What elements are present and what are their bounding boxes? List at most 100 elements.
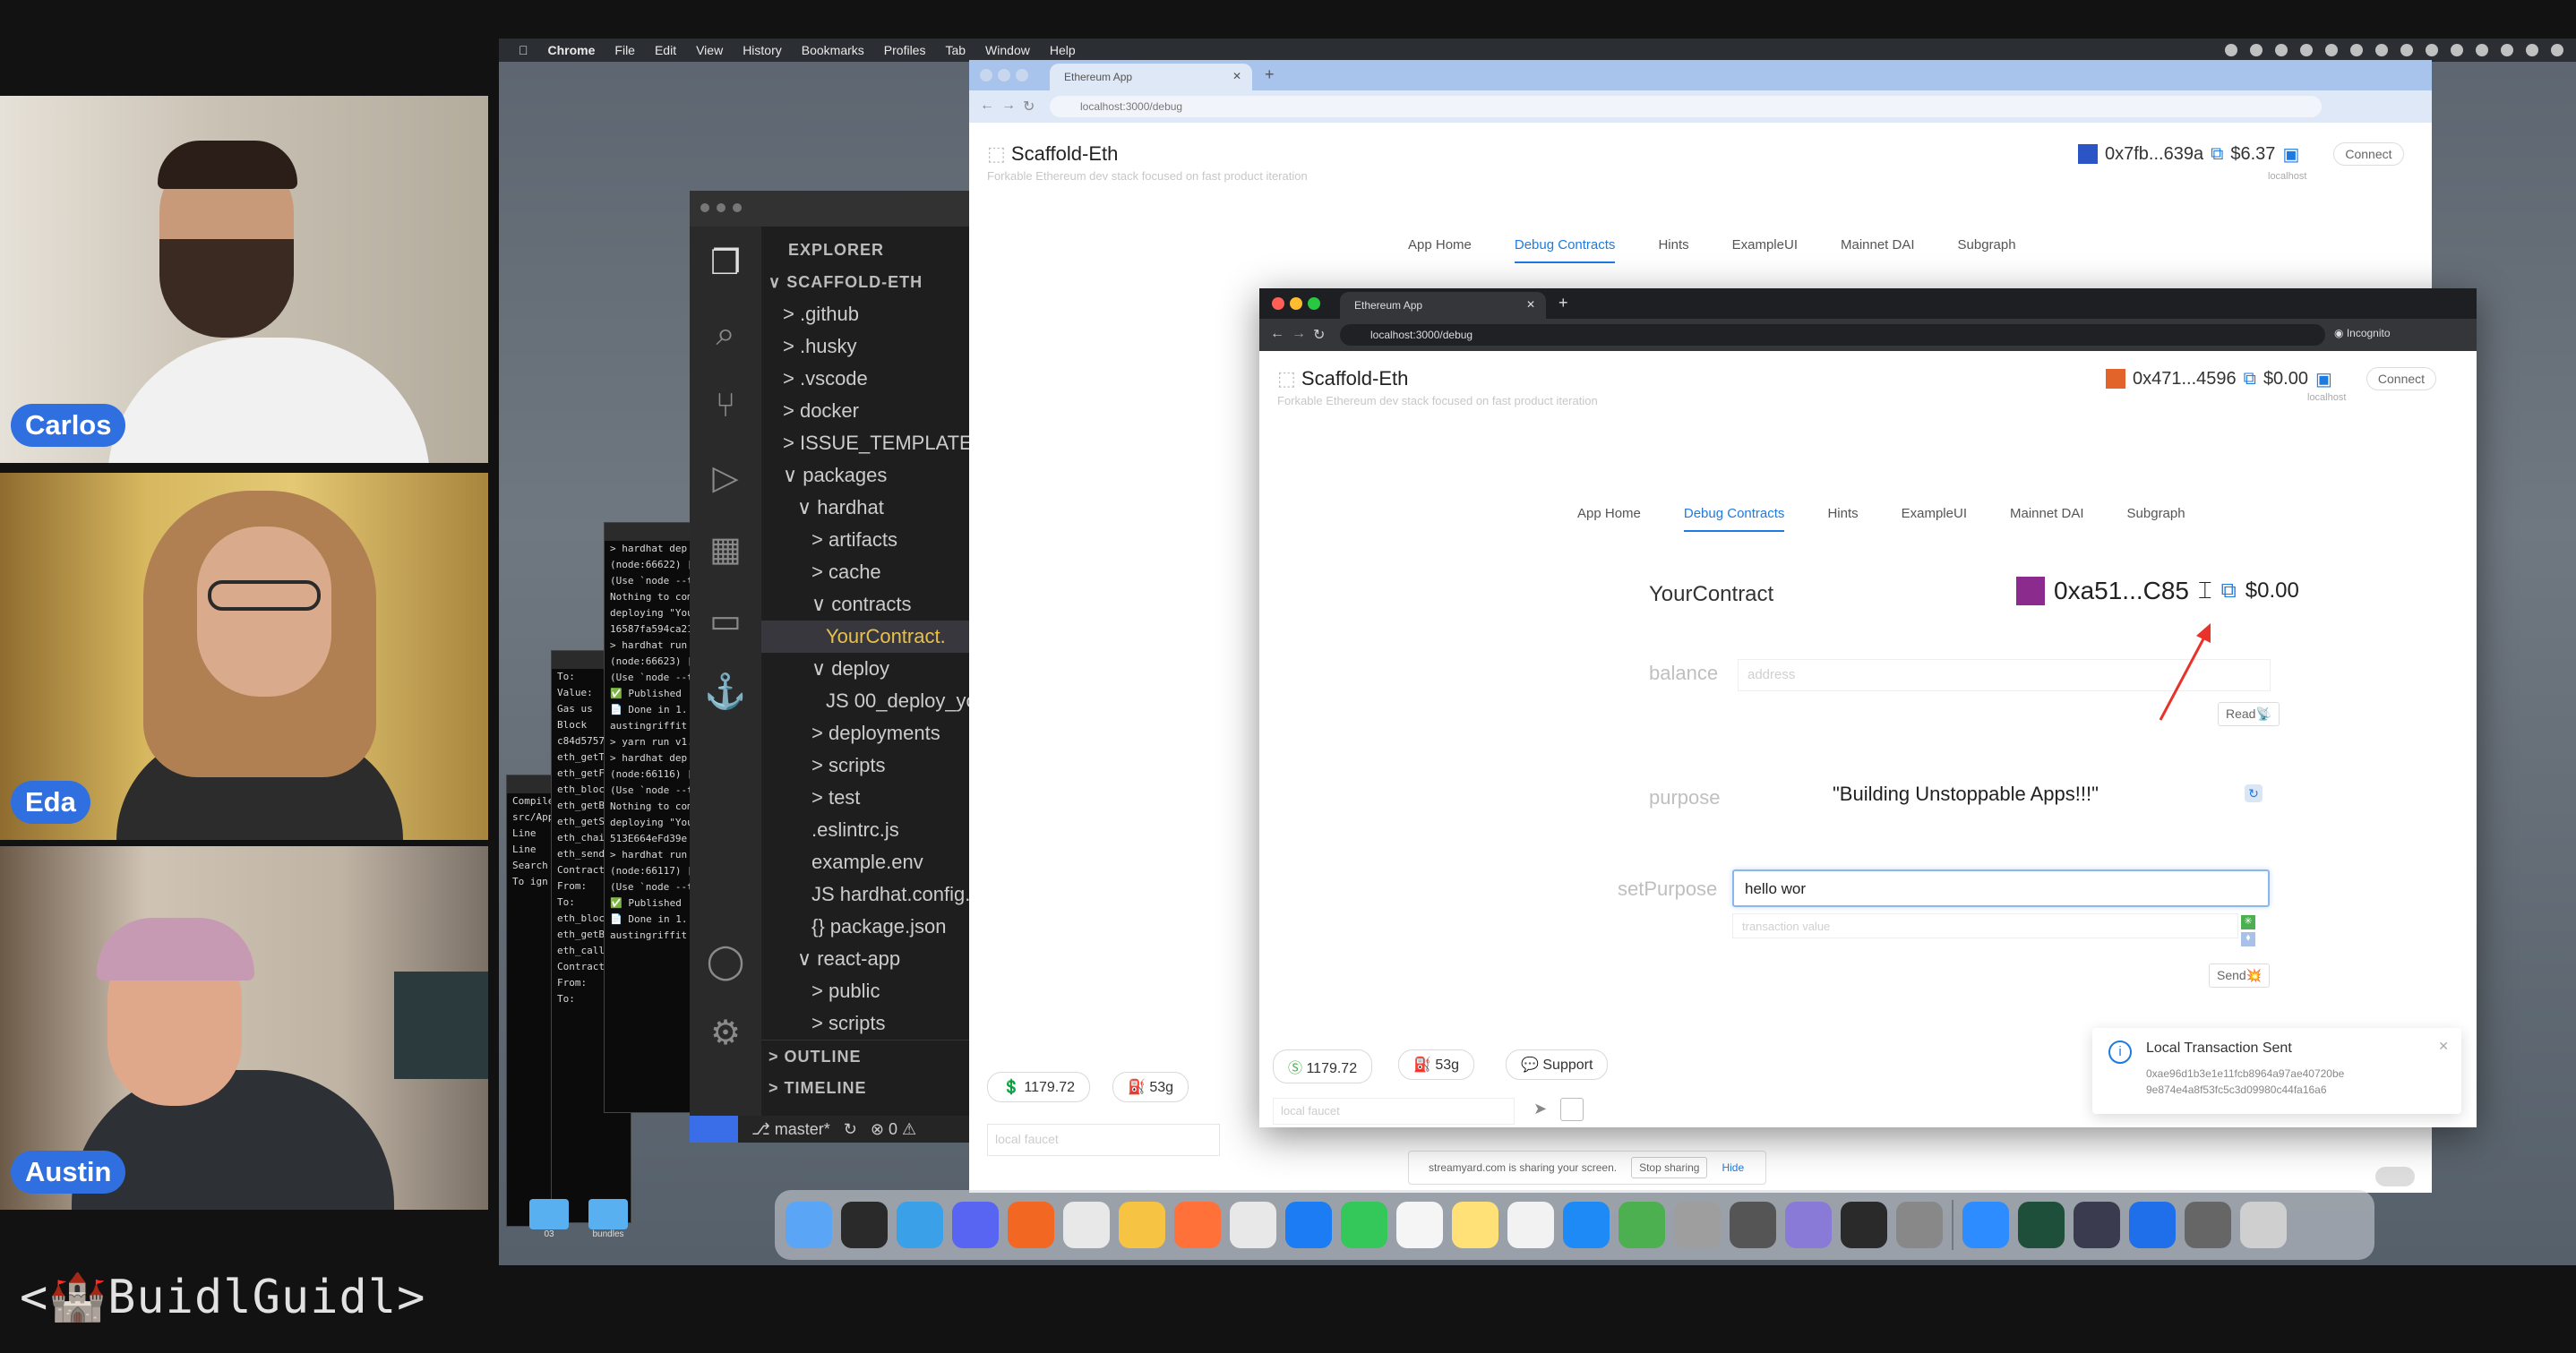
tray-icon[interactable]: [2526, 44, 2538, 56]
docker-icon[interactable]: ⚓: [690, 656, 761, 728]
tray-icon[interactable]: [2451, 44, 2463, 56]
transaction-value-input[interactable]: transaction value: [1732, 913, 2238, 938]
vscode-window[interactable]: ❐ ⌕ ⑂ ▷ ▦ ▭ ⚓ ◯ ⚙ EXPLORER ∨ SCAFFOLD-ET…: [690, 191, 976, 1143]
file-tree-item[interactable]: ∨ packages: [761, 459, 976, 492]
tray-icon[interactable]: [2300, 44, 2313, 56]
remote-explorer-icon[interactable]: ▭: [690, 585, 761, 656]
dock-app-icon[interactable]: [2240, 1202, 2287, 1248]
menu-window[interactable]: Window: [985, 43, 1030, 57]
dock-app-icon[interactable]: [897, 1202, 943, 1248]
faucet-input[interactable]: local faucet: [987, 1124, 1220, 1156]
file-tree-item[interactable]: > .github: [761, 298, 976, 330]
support-button[interactable]: 💬 Support: [1506, 1049, 1609, 1080]
nav-hints[interactable]: Hints: [1827, 506, 1858, 532]
file-tree-item[interactable]: > ISSUE_TEMPLATE: [761, 427, 976, 459]
tray-icon[interactable]: [2350, 44, 2363, 56]
read-button[interactable]: Read📡: [2218, 702, 2280, 726]
address-bar[interactable]: localhost:3000/debug: [1340, 324, 2325, 346]
file-tree-item[interactable]: example.env: [761, 846, 976, 878]
vscode-titlebar[interactable]: [690, 191, 976, 227]
wallet-icon[interactable]: ▣: [2315, 368, 2332, 390]
theme-toggle[interactable]: [2375, 1167, 2415, 1186]
wallet-icon[interactable]: ▣: [2282, 143, 2299, 166]
faucet-send-icon[interactable]: ➤: [1533, 1100, 1547, 1118]
file-tree-item[interactable]: > docker: [761, 395, 976, 427]
problems-count[interactable]: ⊗ 0 ⚠: [871, 1120, 916, 1138]
connect-button[interactable]: Connect: [2366, 367, 2437, 390]
browser-tab[interactable]: Ethereum App ✕: [1050, 64, 1252, 90]
file-tree-item[interactable]: > scripts: [761, 1007, 976, 1040]
dock-app-icon[interactable]: [1285, 1202, 1332, 1248]
file-tree-item[interactable]: {} package.json: [761, 911, 976, 943]
window-minimize-button[interactable]: [1290, 297, 1302, 310]
tray-icon[interactable]: [2375, 44, 2388, 56]
gas-price[interactable]: ⛽ 53g: [1398, 1049, 1475, 1080]
dock-app-icon[interactable]: [1674, 1202, 1721, 1248]
reload-icon[interactable]: ↻: [1313, 326, 1325, 344]
dock-app-icon[interactable]: [1119, 1202, 1165, 1248]
git-branch[interactable]: master*: [775, 1120, 830, 1138]
desktop-folder[interactable]: 03: [529, 1199, 569, 1239]
menu-edit[interactable]: Edit: [655, 43, 676, 57]
window-close-button[interactable]: [700, 203, 709, 212]
dock-app-icon[interactable]: [1841, 1202, 1887, 1248]
dock-app-icon[interactable]: [1174, 1202, 1221, 1248]
source-control-icon[interactable]: ⑂: [690, 370, 761, 441]
window-zoom-button[interactable]: [733, 203, 742, 212]
window-zoom-button[interactable]: [1016, 69, 1028, 81]
remote-indicator[interactable]: [690, 1116, 738, 1143]
wallet-address[interactable]: 0x7fb...639a: [2105, 144, 2203, 165]
window-zoom-button[interactable]: [1308, 297, 1320, 310]
terminal-window-1[interactable]: > hardhat dep (node:66622) [(Use `node --…: [604, 522, 693, 1113]
nav-debug-contracts[interactable]: Debug Contracts: [1514, 237, 1616, 263]
new-tab-button[interactable]: +: [1558, 294, 1568, 313]
dock-app-icon[interactable]: [786, 1202, 832, 1248]
desktop-folder[interactable]: bundles: [588, 1199, 628, 1239]
nav-app-home[interactable]: App Home: [1577, 506, 1641, 532]
dock-app-icon[interactable]: [1563, 1202, 1610, 1248]
connect-button[interactable]: Connect: [2333, 142, 2404, 166]
file-tree-item[interactable]: > .husky: [761, 330, 976, 363]
nav-app-home[interactable]: App Home: [1408, 237, 1472, 263]
tray-icon[interactable]: [2225, 44, 2237, 56]
wallet-icon[interactable]: [1560, 1098, 1584, 1121]
dock-app-icon[interactable]: [1396, 1202, 1443, 1248]
extensions-icon[interactable]: ▦: [690, 513, 761, 585]
file-tree-item[interactable]: > test: [761, 782, 976, 814]
dock-app-icon[interactable]: [1896, 1202, 1943, 1248]
search-icon[interactable]: ⌕: [690, 298, 761, 370]
eth-price[interactable]: 💲 1179.72: [987, 1072, 1091, 1102]
nav-mainnet-dai[interactable]: Mainnet DAI: [1841, 237, 1915, 263]
back-icon[interactable]: ←: [980, 98, 994, 114]
menu-tab[interactable]: Tab: [945, 43, 966, 57]
dock-app-icon[interactable]: [841, 1202, 888, 1248]
dock-app-icon[interactable]: [2129, 1202, 2176, 1248]
tray-icon[interactable]: [2426, 44, 2438, 56]
sync-icon[interactable]: ↻: [844, 1120, 857, 1138]
reload-icon[interactable]: ↻: [1023, 98, 1035, 116]
tab-close-icon[interactable]: ✕: [1232, 70, 1241, 82]
window-close-button[interactable]: [980, 69, 992, 81]
file-tree-item[interactable]: ∨ deploy: [761, 653, 976, 685]
window-minimize-button[interactable]: [998, 69, 1010, 81]
nav-debug-contracts[interactable]: Debug Contracts: [1683, 506, 1785, 532]
file-tree-item[interactable]: > .vscode: [761, 363, 976, 395]
copy-icon[interactable]: ⧉: [2221, 578, 2237, 604]
refresh-icon[interactable]: ↻: [2245, 784, 2263, 802]
run-debug-icon[interactable]: ▷: [690, 441, 761, 513]
file-tree-item[interactable]: > deployments: [761, 717, 976, 749]
dock-app-icon[interactable]: [1230, 1202, 1276, 1248]
files-icon[interactable]: ❐: [690, 227, 761, 298]
eth-price[interactable]: Ⓢ 1179.72: [1273, 1049, 1373, 1083]
copy-icon[interactable]: ⧉: [2244, 369, 2256, 390]
tray-icon[interactable]: [2476, 44, 2488, 56]
menu-chrome[interactable]: Chrome: [548, 43, 596, 57]
tray-icon[interactable]: [2325, 44, 2338, 56]
settings-gear-icon[interactable]: ⚙: [690, 997, 761, 1068]
incognito-profile[interactable]: ◉ Incognito: [2334, 327, 2391, 339]
nav-subgraph[interactable]: Subgraph: [1958, 237, 2016, 263]
file-tree-item[interactable]: > cache: [761, 556, 976, 588]
nav-exampleui[interactable]: ExampleUI: [1902, 506, 1967, 532]
file-tree-item[interactable]: .eslintrc.js: [761, 814, 976, 846]
dock-app-icon[interactable]: [1507, 1202, 1554, 1248]
